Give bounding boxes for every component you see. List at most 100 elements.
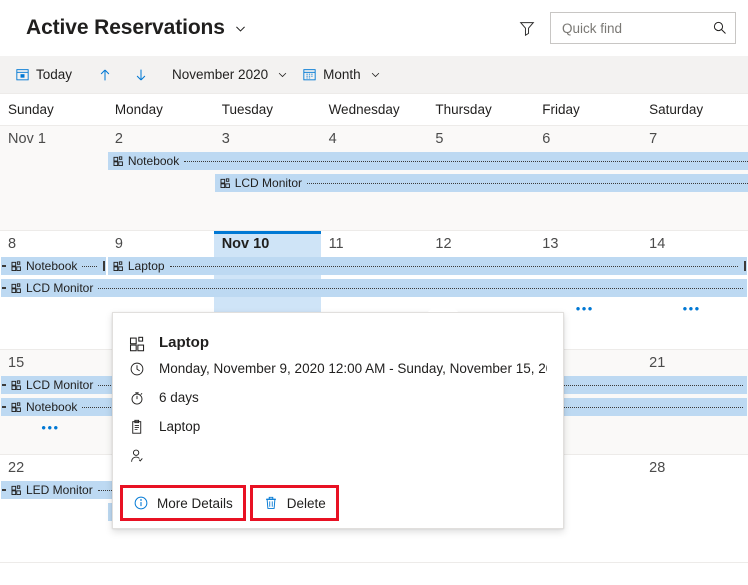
event-duration-line [184,160,748,162]
search-input[interactable] [560,19,705,37]
day-number[interactable]: Nov 10 [214,236,321,252]
duration-icon [129,388,147,406]
day-name-thursday: Thursday [435,102,492,117]
app-root: Active Reservations Quick find Today Nov… [0,0,748,585]
filter-icon[interactable] [518,19,536,37]
day-name-wednesday: Wednesday [328,102,400,117]
day-number[interactable]: 5 [427,131,534,147]
day-number[interactable]: 14 [641,236,748,252]
callout-arrow [428,297,458,312]
event-label: LED Monitor [26,483,93,497]
callout-actions: More Details Delete [113,484,563,528]
day-number[interactable]: 6 [534,131,641,147]
arrow-down-icon [133,67,149,83]
day-name-saturday: Saturday [649,102,704,117]
day-number[interactable]: 28 [641,460,748,476]
callout-time-row: Monday, November 9, 2020 12:00 AM - Sund… [129,359,547,388]
event-start-cap [1,485,6,495]
info-icon [133,495,149,511]
day-number[interactable]: 8 [0,236,107,252]
callout-resource-row: Laptop [129,417,547,446]
calendar-event[interactable]: LCD Monitor [214,174,748,192]
callout-person-row [129,446,547,480]
calendar-icon [302,67,317,82]
calendar-today-icon [15,67,30,82]
period-selector[interactable]: November 2020 [165,60,295,90]
event-start-cap [1,402,6,412]
reservation-icon [11,282,22,294]
today-button[interactable]: Today [8,60,79,90]
reservation-callout: Laptop Monday, November 9, 2020 12:00 AM… [112,312,564,529]
day-name-tuesday: Tuesday [221,102,273,117]
more-events-indicator[interactable]: ••• [683,302,701,315]
clipboard-icon [129,417,147,435]
next-period-button[interactable] [123,60,159,90]
event-label: Laptop [127,259,165,273]
day-number[interactable]: 12 [427,236,534,252]
arrow-up-icon [97,67,113,83]
day-number[interactable]: 22 [0,460,107,476]
chevron-down-icon [234,22,247,35]
header-actions [518,12,736,44]
page-header: Active Reservations [0,0,748,56]
chevron-down-icon [277,69,288,80]
calendar-event[interactable]: Laptop [107,257,747,275]
more-events-indicator[interactable]: ••• [576,302,594,315]
delete-button[interactable]: Delete [249,485,339,521]
callout-resource-text: Laptop [159,419,201,434]
day-number[interactable]: 11 [321,236,428,252]
event-end-cap [101,261,106,271]
more-events-indicator[interactable]: ••• [41,421,59,434]
page-title: Active Reservations [26,16,225,39]
reservation-icon [11,484,22,496]
day-number[interactable]: 4 [321,131,428,147]
callout-title: Laptop [159,334,209,351]
event-label: Notebook [26,259,78,273]
reservation-icon [11,379,22,391]
day-number[interactable]: 2 [107,131,214,147]
calendar-event[interactable]: Notebook [107,152,748,170]
person-assigned-icon [129,446,147,464]
day-name-monday: Monday [114,102,163,117]
calendar-week-row: Nov 1 2 3 4 5 6 7 Notebook LCD Monitor [0,126,748,231]
event-label: LCD Monitor [26,378,94,392]
event-start-cap [1,283,6,293]
view-selector[interactable]: Month [295,60,388,90]
chevron-down-icon [370,69,381,80]
day-number[interactable]: 13 [534,236,641,252]
day-name-friday: Friday [542,102,580,117]
callout-time-text: Monday, November 9, 2020 12:00 AM - Sund… [159,361,547,376]
event-duration-line [98,287,743,289]
day-number[interactable]: 15 [0,355,107,371]
command-bar: Today November 2020 Month [0,56,748,94]
event-label: Notebook [26,400,78,414]
event-label: Notebook [127,154,180,168]
event-duration-line [169,265,738,267]
reservation-icon [220,177,231,189]
reservation-icon [11,401,22,413]
calendar-event[interactable]: LCD Monitor [1,279,747,297]
calendar-event[interactable]: Notebook [1,257,106,275]
event-label: LCD Monitor [26,281,94,295]
day-number[interactable]: Nov 1 [0,131,107,147]
previous-period-button[interactable] [87,60,123,90]
reservation-icon [11,260,22,272]
day-number[interactable]: 3 [214,131,321,147]
event-start-cap [1,261,6,271]
day-number[interactable]: 9 [107,236,214,252]
page-title-dropdown[interactable]: Active Reservations [26,16,247,40]
search-box[interactable] [550,12,736,44]
week-events: Notebook LCD Monitor [0,152,748,230]
reservation-icon [113,260,124,272]
search-icon[interactable] [712,20,728,36]
more-details-label: More Details [157,495,233,511]
view-label: Month [323,67,361,82]
event-duration-line [82,265,97,267]
trash-icon [263,495,279,511]
event-duration-line [307,182,748,184]
period-label: November 2020 [172,67,269,82]
day-name-sunday: Sunday [8,102,54,117]
day-number[interactable]: 21 [641,355,748,371]
day-number[interactable]: 7 [641,131,748,147]
more-details-button[interactable]: More Details [120,485,246,521]
